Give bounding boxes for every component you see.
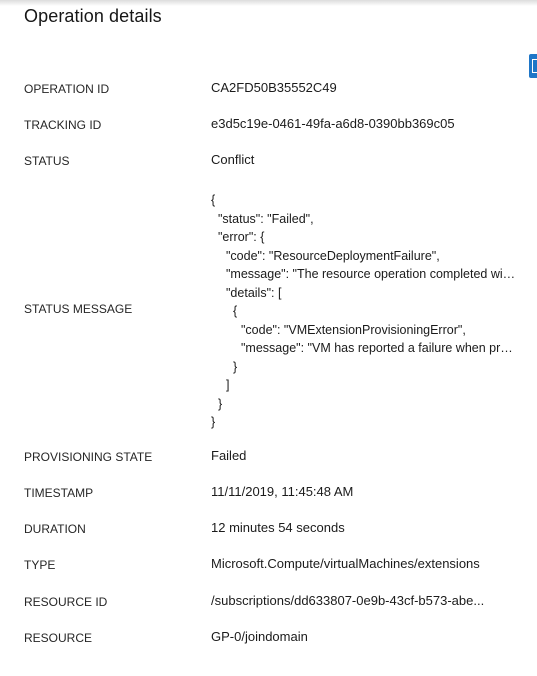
- json-line: "details": [: [226, 285, 282, 300]
- duration-label: DURATION: [24, 522, 86, 536]
- provisioning-state-label: PROVISIONING STATE: [24, 450, 153, 464]
- type-value: Microsoft.Compute/virtualMachines/extens…: [211, 556, 480, 571]
- panel-expand-icon[interactable]: [529, 54, 537, 78]
- json-line: {: [211, 193, 216, 207]
- status-message-label: STATUS MESSAGE: [24, 302, 133, 316]
- json-line: {: [233, 304, 238, 318]
- status-label: STATUS: [24, 154, 70, 168]
- type-label: TYPE: [24, 558, 56, 572]
- timestamp-label: TIMESTAMP: [24, 486, 94, 500]
- json-line: "message": "VM has reported a failure wh…: [241, 341, 516, 355]
- status-message-json: { "status": "Failed", "error": { "code":…: [211, 191, 516, 432]
- page-title: Operation details: [24, 6, 162, 26]
- json-line: }: [218, 396, 223, 411]
- resource-value: GP-0/joindomain: [211, 629, 308, 644]
- status-value: Conflict: [211, 152, 255, 167]
- json-line: "error": {: [218, 230, 265, 244]
- resource-label: RESOURCE: [24, 631, 93, 645]
- tracking-id-value: e3d5c19e-0461-49fa-a6d8-0390bb369c05: [211, 116, 455, 131]
- provisioning-state-value: Failed: [211, 448, 247, 463]
- json-line: "code": "VMExtensionProvisioningError",: [241, 322, 466, 337]
- duration-value: 12 minutes 54 seconds: [211, 520, 345, 535]
- json-line: "code": "ResourceDeploymentFailure",: [226, 248, 440, 263]
- json-line: "status": "Failed",: [218, 211, 314, 226]
- resource-id-value: /subscriptions/dd633807-0e9b-43cf-b573-a…: [211, 593, 485, 608]
- operation-id-value: CA2FD50B35552C49: [211, 80, 337, 95]
- json-line: ]: [226, 378, 230, 392]
- json-line: "message": "The resource operation compl…: [226, 267, 516, 281]
- operation-details-panel: Operation details OPERATION ID CA2FD50B3…: [0, 0, 537, 676]
- tracking-id-label: TRACKING ID: [24, 118, 102, 132]
- json-line: }: [211, 415, 216, 429]
- timestamp-value: 11/11/2019, 11:45:48 AM: [211, 484, 354, 499]
- operation-id-label: OPERATION ID: [24, 82, 110, 96]
- resource-id-label: RESOURCE ID: [24, 595, 108, 609]
- json-line: }: [233, 359, 238, 374]
